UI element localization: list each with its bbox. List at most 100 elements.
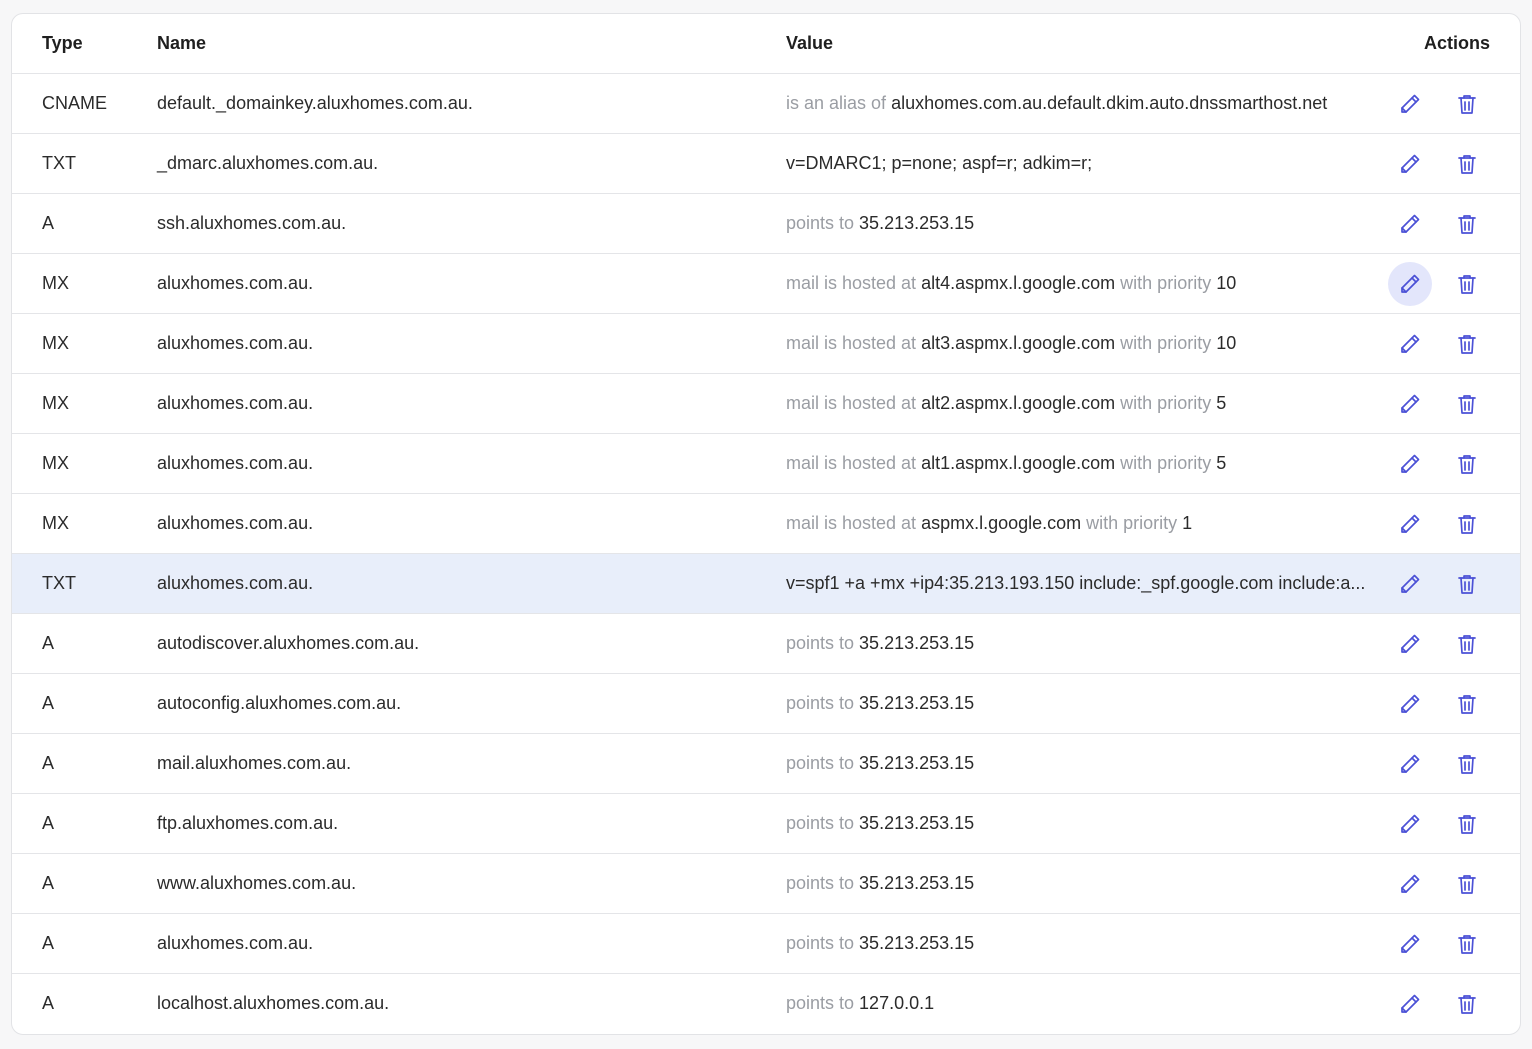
edit-button[interactable]	[1388, 622, 1432, 666]
table-row[interactable]: Amail.aluxhomes.com.au. points to 35.213.…	[12, 734, 1520, 794]
header-name[interactable]: Name	[157, 33, 206, 54]
edit-button[interactable]	[1388, 442, 1432, 486]
record-name: localhost.aluxhomes.com.au.	[157, 993, 390, 1013]
edit-button[interactable]	[1388, 202, 1432, 246]
edit-button[interactable]	[1388, 922, 1432, 966]
trash-icon	[1455, 752, 1479, 776]
value-label: with priority	[1115, 393, 1217, 413]
delete-button[interactable]	[1445, 802, 1489, 846]
value-text: aspmx.l.google.com	[921, 513, 1082, 533]
pencil-icon	[1398, 332, 1422, 356]
table-row[interactable]: Aautoconfig.aluxhomes.com.au. points to 3…	[12, 674, 1520, 734]
table-row[interactable]: MX aluxhomes.com.au. mail is hosted at alt…	[12, 314, 1520, 374]
record-value: mail is hosted at alt2.aspmx.l.google.co…	[786, 393, 1376, 414]
trash-icon	[1455, 812, 1479, 836]
delete-button[interactable]	[1445, 562, 1489, 606]
record-value: points to 127.0.0.1	[786, 993, 1376, 1014]
edit-button[interactable]	[1388, 862, 1432, 906]
table-row[interactable]: Aaluxhomes.com.au. points to 35.213.253.1…	[12, 914, 1520, 974]
table-row[interactable]: TXT _dmarc.aluxhomes.com.au. v=DMARC1; p=n…	[12, 134, 1520, 194]
delete-button[interactable]	[1445, 862, 1489, 906]
table-row[interactable]: MX aluxhomes.com.au. mail is hosted at alt…	[12, 434, 1520, 494]
value-label: points to	[786, 873, 860, 893]
edit-button[interactable]	[1388, 142, 1432, 186]
table-row[interactable]: MX aluxhomes.com.au. mail is hosted at asp…	[12, 494, 1520, 554]
value-label: points to	[786, 213, 860, 233]
record-value: points to 35.213.253.15	[786, 933, 1376, 954]
delete-button[interactable]	[1445, 682, 1489, 726]
delete-button[interactable]	[1445, 322, 1489, 366]
value-text: 35.213.253.15	[859, 933, 975, 953]
edit-button[interactable]	[1388, 682, 1432, 726]
value-label: is an alias of	[786, 93, 892, 113]
value-label: with priority	[1115, 273, 1217, 293]
value-text: 10	[1216, 333, 1237, 353]
value-text: alt1.aspmx.l.google.com	[921, 453, 1116, 473]
record-name: aluxhomes.com.au.	[157, 273, 314, 293]
record-name: aluxhomes.com.au.	[157, 453, 314, 473]
edit-button[interactable]	[1388, 802, 1432, 846]
pencil-icon	[1398, 932, 1422, 956]
record-type: A	[42, 993, 55, 1013]
delete-button[interactable]	[1445, 502, 1489, 546]
edit-button[interactable]	[1388, 382, 1432, 426]
trash-icon	[1455, 92, 1479, 116]
header-value[interactable]: Value	[786, 33, 1376, 54]
value-label: with priority	[1081, 513, 1183, 533]
table-row[interactable]: Aautodiscover.aluxhomes.com.au. points to…	[12, 614, 1520, 674]
pencil-icon	[1398, 92, 1422, 116]
delete-button[interactable]	[1445, 922, 1489, 966]
trash-icon	[1455, 332, 1479, 356]
edit-button[interactable]	[1388, 742, 1432, 786]
delete-button[interactable]	[1445, 622, 1489, 666]
table-row[interactable]: Alocalhost.aluxhomes.com.au. points to 12…	[12, 974, 1520, 1033]
edit-button[interactable]	[1388, 562, 1432, 606]
record-name: autoconfig.aluxhomes.com.au.	[157, 693, 402, 713]
value-text: alt2.aspmx.l.google.com	[921, 393, 1116, 413]
delete-button[interactable]	[1445, 442, 1489, 486]
value-label: points to	[786, 993, 860, 1013]
table-body: CNAME default._domainkey.aluxhomes.com.au…	[12, 74, 1520, 1033]
record-value: is an alias of aluxhomes.com.au.default.…	[786, 93, 1376, 114]
edit-button[interactable]	[1388, 82, 1432, 126]
delete-button[interactable]	[1445, 202, 1489, 246]
record-name: aluxhomes.com.au.	[157, 393, 314, 413]
edit-button[interactable]	[1388, 261, 1432, 306]
edit-button[interactable]	[1388, 982, 1432, 1026]
table-row[interactable]: Aftp.aluxhomes.com.au. points to 35.213.2…	[12, 794, 1520, 854]
table-header: Type Name Value Actions	[12, 14, 1520, 74]
record-type: A	[42, 873, 55, 893]
value-label: mail is hosted at	[786, 513, 922, 533]
delete-button[interactable]	[1445, 982, 1489, 1026]
record-type: MX	[42, 453, 69, 473]
value-text: 5	[1216, 393, 1227, 413]
record-type: TXT	[42, 153, 76, 173]
table-row[interactable]: MX aluxhomes.com.au. mail is hosted at alt…	[12, 254, 1520, 314]
table-row[interactable]: Assh.aluxhomes.com.au. points to 35.213.2…	[12, 194, 1520, 254]
table-row[interactable]: CNAME default._domainkey.aluxhomes.com.au…	[12, 74, 1520, 134]
record-value: mail is hosted at alt4.aspmx.l.google.co…	[786, 273, 1376, 294]
value-label: with priority	[1115, 333, 1217, 353]
delete-button[interactable]	[1445, 142, 1489, 186]
edit-button[interactable]	[1388, 502, 1432, 546]
header-type[interactable]: Type	[42, 33, 83, 54]
table-row[interactable]: MX aluxhomes.com.au. mail is hosted at alt…	[12, 374, 1520, 434]
value-text: 5	[1216, 453, 1227, 473]
table-row[interactable]: Awww.aluxhomes.com.au. points to 35.213.2…	[12, 854, 1520, 914]
delete-button[interactable]	[1445, 262, 1489, 306]
value-label: points to	[786, 693, 860, 713]
trash-icon	[1455, 992, 1479, 1016]
record-type: CNAME	[42, 93, 108, 113]
table-row[interactable]: TXT aluxhomes.com.au. v=spf1 +a +mx +ip4:3…	[12, 554, 1520, 614]
value-text: v=DMARC1; p=none; aspf=r; adkim=r;	[786, 153, 1093, 173]
record-value: mail is hosted at alt1.aspmx.l.google.co…	[786, 453, 1376, 474]
delete-button[interactable]	[1445, 382, 1489, 426]
delete-button[interactable]	[1445, 82, 1489, 126]
delete-button[interactable]	[1445, 742, 1489, 786]
record-name: autodiscover.aluxhomes.com.au.	[157, 633, 420, 653]
value-text: 1	[1182, 513, 1193, 533]
record-name: mail.aluxhomes.com.au.	[157, 753, 352, 773]
record-name: aluxhomes.com.au.	[157, 933, 314, 953]
trash-icon	[1455, 872, 1479, 896]
edit-button[interactable]	[1388, 322, 1432, 366]
